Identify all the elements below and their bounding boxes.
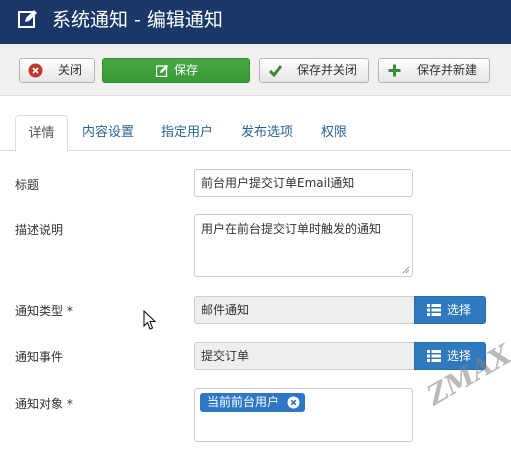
edit-icon: [156, 64, 169, 77]
tab-content-settings[interactable]: 内容设置: [82, 115, 134, 151]
mouse-cursor-icon: [143, 310, 157, 330]
description-label: 描述说明: [15, 223, 64, 237]
target-chip-label: 当前前台用户: [207, 395, 280, 409]
page-header: 系统通知 - 编辑通知: [0, 0, 511, 44]
select-type-button[interactable]: 选择: [414, 296, 486, 324]
edit-icon: [18, 10, 37, 28]
notification-event-label: 通知事件: [15, 350, 64, 364]
select-type-button-label: 选择: [447, 303, 472, 317]
title-label: 标题: [15, 178, 40, 192]
remove-chip-icon[interactable]: [287, 396, 300, 409]
save-new-button[interactable]: 保存并新建: [378, 58, 490, 83]
resize-grip-icon[interactable]: [402, 266, 410, 274]
check-icon: [268, 65, 283, 78]
page-title: 系统通知 - 编辑通知: [52, 9, 223, 31]
save-close-button[interactable]: 保存并关闭: [259, 58, 369, 83]
plus-icon: [388, 64, 401, 77]
tab-details[interactable]: 详情: [15, 115, 68, 152]
list-icon: [427, 350, 441, 362]
close-icon: [28, 63, 43, 78]
list-icon: [427, 304, 441, 316]
save-new-button-label: 保存并新建: [417, 63, 478, 77]
tab-publish-options[interactable]: 发布选项: [241, 115, 293, 151]
save-button[interactable]: 保存: [102, 58, 250, 83]
description-textarea[interactable]: 用户在前台提交订单时触发的通知: [194, 214, 413, 277]
tab-bar: 详情 内容设置 指定用户 发布选项 权限: [0, 115, 511, 152]
notification-type-label: 通知类型 *: [15, 304, 73, 318]
close-button-label: 关闭: [58, 63, 83, 77]
notification-event-field: 提交订单: [194, 342, 416, 370]
tab-specify-users[interactable]: 指定用户: [161, 115, 213, 151]
notification-target-label: 通知对象 *: [15, 397, 73, 411]
save-close-button-label: 保存并关闭: [297, 63, 358, 77]
target-chip: 当前前台用户: [200, 393, 306, 412]
tab-permissions[interactable]: 权限: [321, 115, 347, 151]
notification-type-field: 邮件通知: [194, 296, 416, 324]
close-button[interactable]: 关闭: [19, 58, 95, 83]
title-field[interactable]: 前台用户提交订单Email通知: [194, 169, 413, 197]
save-button-label: 保存: [174, 63, 199, 77]
toolbar: 关闭 保存 保存并关闭 保存并新建: [0, 44, 511, 96]
